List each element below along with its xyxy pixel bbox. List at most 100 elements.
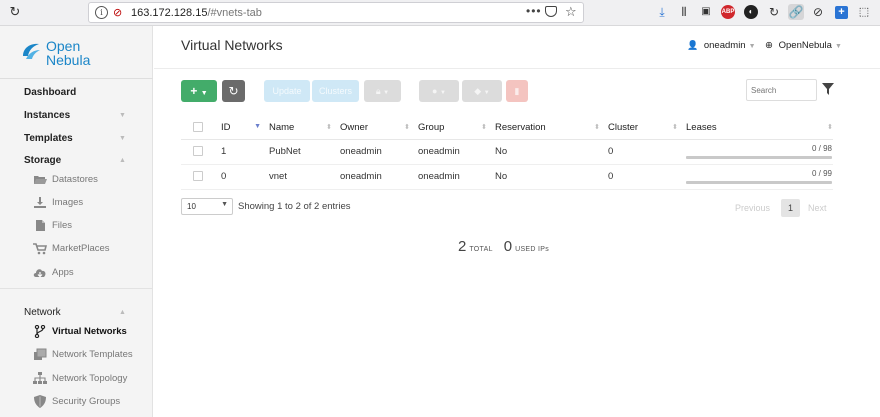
column-label: Name [269, 121, 295, 133]
page-length-value: 10 [187, 202, 196, 211]
nav-instances[interactable]: Instances [24, 110, 70, 121]
sidebar-item-label: Network Templates [52, 349, 133, 360]
row-checkbox[interactable] [193, 146, 203, 157]
address-bar[interactable]: i ⊘ 163.172.128.15/#vnets-tab ••• ☆ [88, 2, 584, 23]
column-header-owner[interactable]: Owner ⬍ [340, 116, 418, 140]
sidebar-item-label: Files [52, 220, 73, 231]
sort-desc-icon: ▼ [254, 123, 261, 130]
insecure-lock-icon[interactable]: ⊘ [113, 6, 122, 19]
sort-icon: ⬍ [326, 124, 332, 131]
sidebar-item-label: Security Groups [52, 396, 121, 407]
chevron-up-icon[interactable]: ▲ [119, 309, 126, 316]
column-header-leases[interactable]: Leases ⬍ [686, 116, 833, 140]
trash-icon: ▮ [514, 86, 520, 96]
sidebar: Open Nebula Dashboard Instances ▼ Templa… [0, 26, 153, 417]
clusters-button[interactable]: Clusters [312, 80, 359, 102]
page-length-select[interactable]: 10 ▼ [181, 198, 233, 215]
leases-text: 0 / 98 [811, 143, 832, 153]
leases-progress: 0 / 98 [686, 141, 832, 163]
column-label: Leases [686, 121, 717, 133]
column-label: Cluster [608, 121, 639, 133]
cell-reservation: No [495, 164, 608, 190]
chevron-down-icon: ▼ [483, 90, 490, 96]
column-header-cluster[interactable]: Cluster ⬍ [608, 116, 686, 140]
add-extension-icon[interactable]: + [835, 6, 848, 19]
refresh-icon: ↻ [228, 84, 239, 98]
cell-owner: oneadmin [340, 139, 418, 165]
column-header-id[interactable]: ID ▼ [221, 116, 269, 140]
labels-button[interactable]: ◆ ▼ [462, 80, 502, 102]
leases-bar [686, 180, 832, 184]
select-all-header[interactable] [181, 116, 221, 140]
reload-icon[interactable]: ↻ [8, 5, 22, 19]
next-page-button[interactable]: Next [808, 199, 827, 217]
link-icon[interactable]: 🔗 [788, 4, 804, 20]
cell-id: 1 [221, 139, 269, 165]
pocket-icon[interactable] [545, 6, 557, 17]
nav-templates[interactable]: Templates [24, 133, 73, 144]
user-name: oneadmin [703, 40, 746, 51]
column-header-name[interactable]: Name ⬍ [269, 116, 340, 140]
leases-progress: 0 / 99 [686, 166, 832, 188]
lock-button[interactable]: 🔒︎ ▼ [364, 80, 401, 102]
nav-storage[interactable]: Storage [24, 155, 61, 166]
column-header-group[interactable]: Group ⬍ [418, 116, 495, 140]
library-icon[interactable]: ⫴ [676, 4, 692, 20]
table-row[interactable]: 1 PubNet oneadmin oneadmin No 0 0 / 98 [181, 139, 833, 165]
chevron-down-icon[interactable]: ▼ [119, 135, 126, 142]
sync-icon[interactable]: ↻ [766, 4, 782, 20]
sort-icon: ⬍ [827, 124, 833, 131]
info-icon[interactable]: i [95, 6, 108, 19]
row-checkbox[interactable] [193, 171, 203, 182]
create-button[interactable]: + ▼ [181, 80, 217, 102]
table-row[interactable]: 0 vnet oneadmin oneadmin No 0 0 / 99 [181, 164, 833, 190]
update-button[interactable]: Update [264, 80, 310, 102]
chevron-up-icon[interactable]: ▲ [119, 157, 126, 164]
user-icon: 👤 [687, 40, 699, 50]
download-icon[interactable]: ⤓ [654, 4, 670, 20]
url-path: /#vnets-tab [207, 7, 262, 19]
opennebula-logo[interactable]: Open Nebula [20, 38, 130, 72]
extension-icon[interactable]: ⊘ [810, 4, 826, 20]
adblock-icon[interactable]: ABP [721, 5, 735, 19]
delete-button[interactable]: ▮ [506, 80, 528, 102]
search-input[interactable] [746, 79, 817, 101]
cell-group: oneadmin [418, 164, 495, 190]
previous-page-button[interactable]: Previous [735, 199, 770, 217]
column-header-reservation[interactable]: Reservation ⬍ [495, 116, 608, 140]
chevron-down-icon: ▼ [221, 201, 228, 208]
page-number-button[interactable]: 1 [781, 199, 800, 217]
url-text[interactable]: 163.172.128.15/#vnets-tab [131, 7, 262, 19]
download-icon [34, 197, 46, 208]
refresh-button[interactable]: ↻ [222, 80, 245, 102]
zone-menu[interactable]: ⊕ OpenNebula ▼ [765, 40, 842, 51]
nav-network[interactable]: Network [24, 307, 61, 318]
sidebar-icon[interactable]: ▣ [698, 4, 714, 20]
sidebar-item-label: Virtual Networks [52, 326, 127, 337]
divider [0, 288, 153, 289]
nav-dashboard[interactable]: Dashboard [24, 87, 76, 98]
column-label: Owner [340, 121, 368, 133]
chevron-down-icon[interactable]: ▼ [119, 112, 126, 119]
screenshot-icon[interactable]: ⬚ [856, 4, 872, 20]
filter-icon[interactable] [822, 83, 834, 95]
bookmark-star-icon[interactable]: ☆ [565, 4, 577, 20]
user-icon: ● [432, 86, 438, 96]
extension-dark-icon[interactable]: ◐ [744, 5, 758, 19]
page-actions-icon[interactable]: ••• [526, 4, 542, 18]
user-menu[interactable]: 👤 oneadmin ▼ [687, 40, 756, 51]
sort-icon: ⬍ [404, 124, 410, 131]
sidebar-item-label: Network Topology [52, 373, 128, 384]
globe-icon: ⊕ [765, 40, 773, 51]
total-count: 2 [458, 238, 467, 255]
sort-icon: ⬍ [481, 124, 487, 131]
column-label: Reservation [495, 121, 546, 133]
change-owner-button[interactable]: ● ▼ [419, 80, 459, 102]
select-all-checkbox[interactable] [193, 122, 203, 133]
url-host: 163.172.128.15 [131, 7, 208, 19]
chevron-down-icon: ▼ [200, 90, 208, 97]
lock-icon: 🔒︎ [375, 86, 381, 96]
leases-text: 0 / 99 [811, 168, 832, 178]
chevron-down-icon: ▼ [834, 43, 842, 50]
shopping-cart-icon [33, 243, 47, 255]
